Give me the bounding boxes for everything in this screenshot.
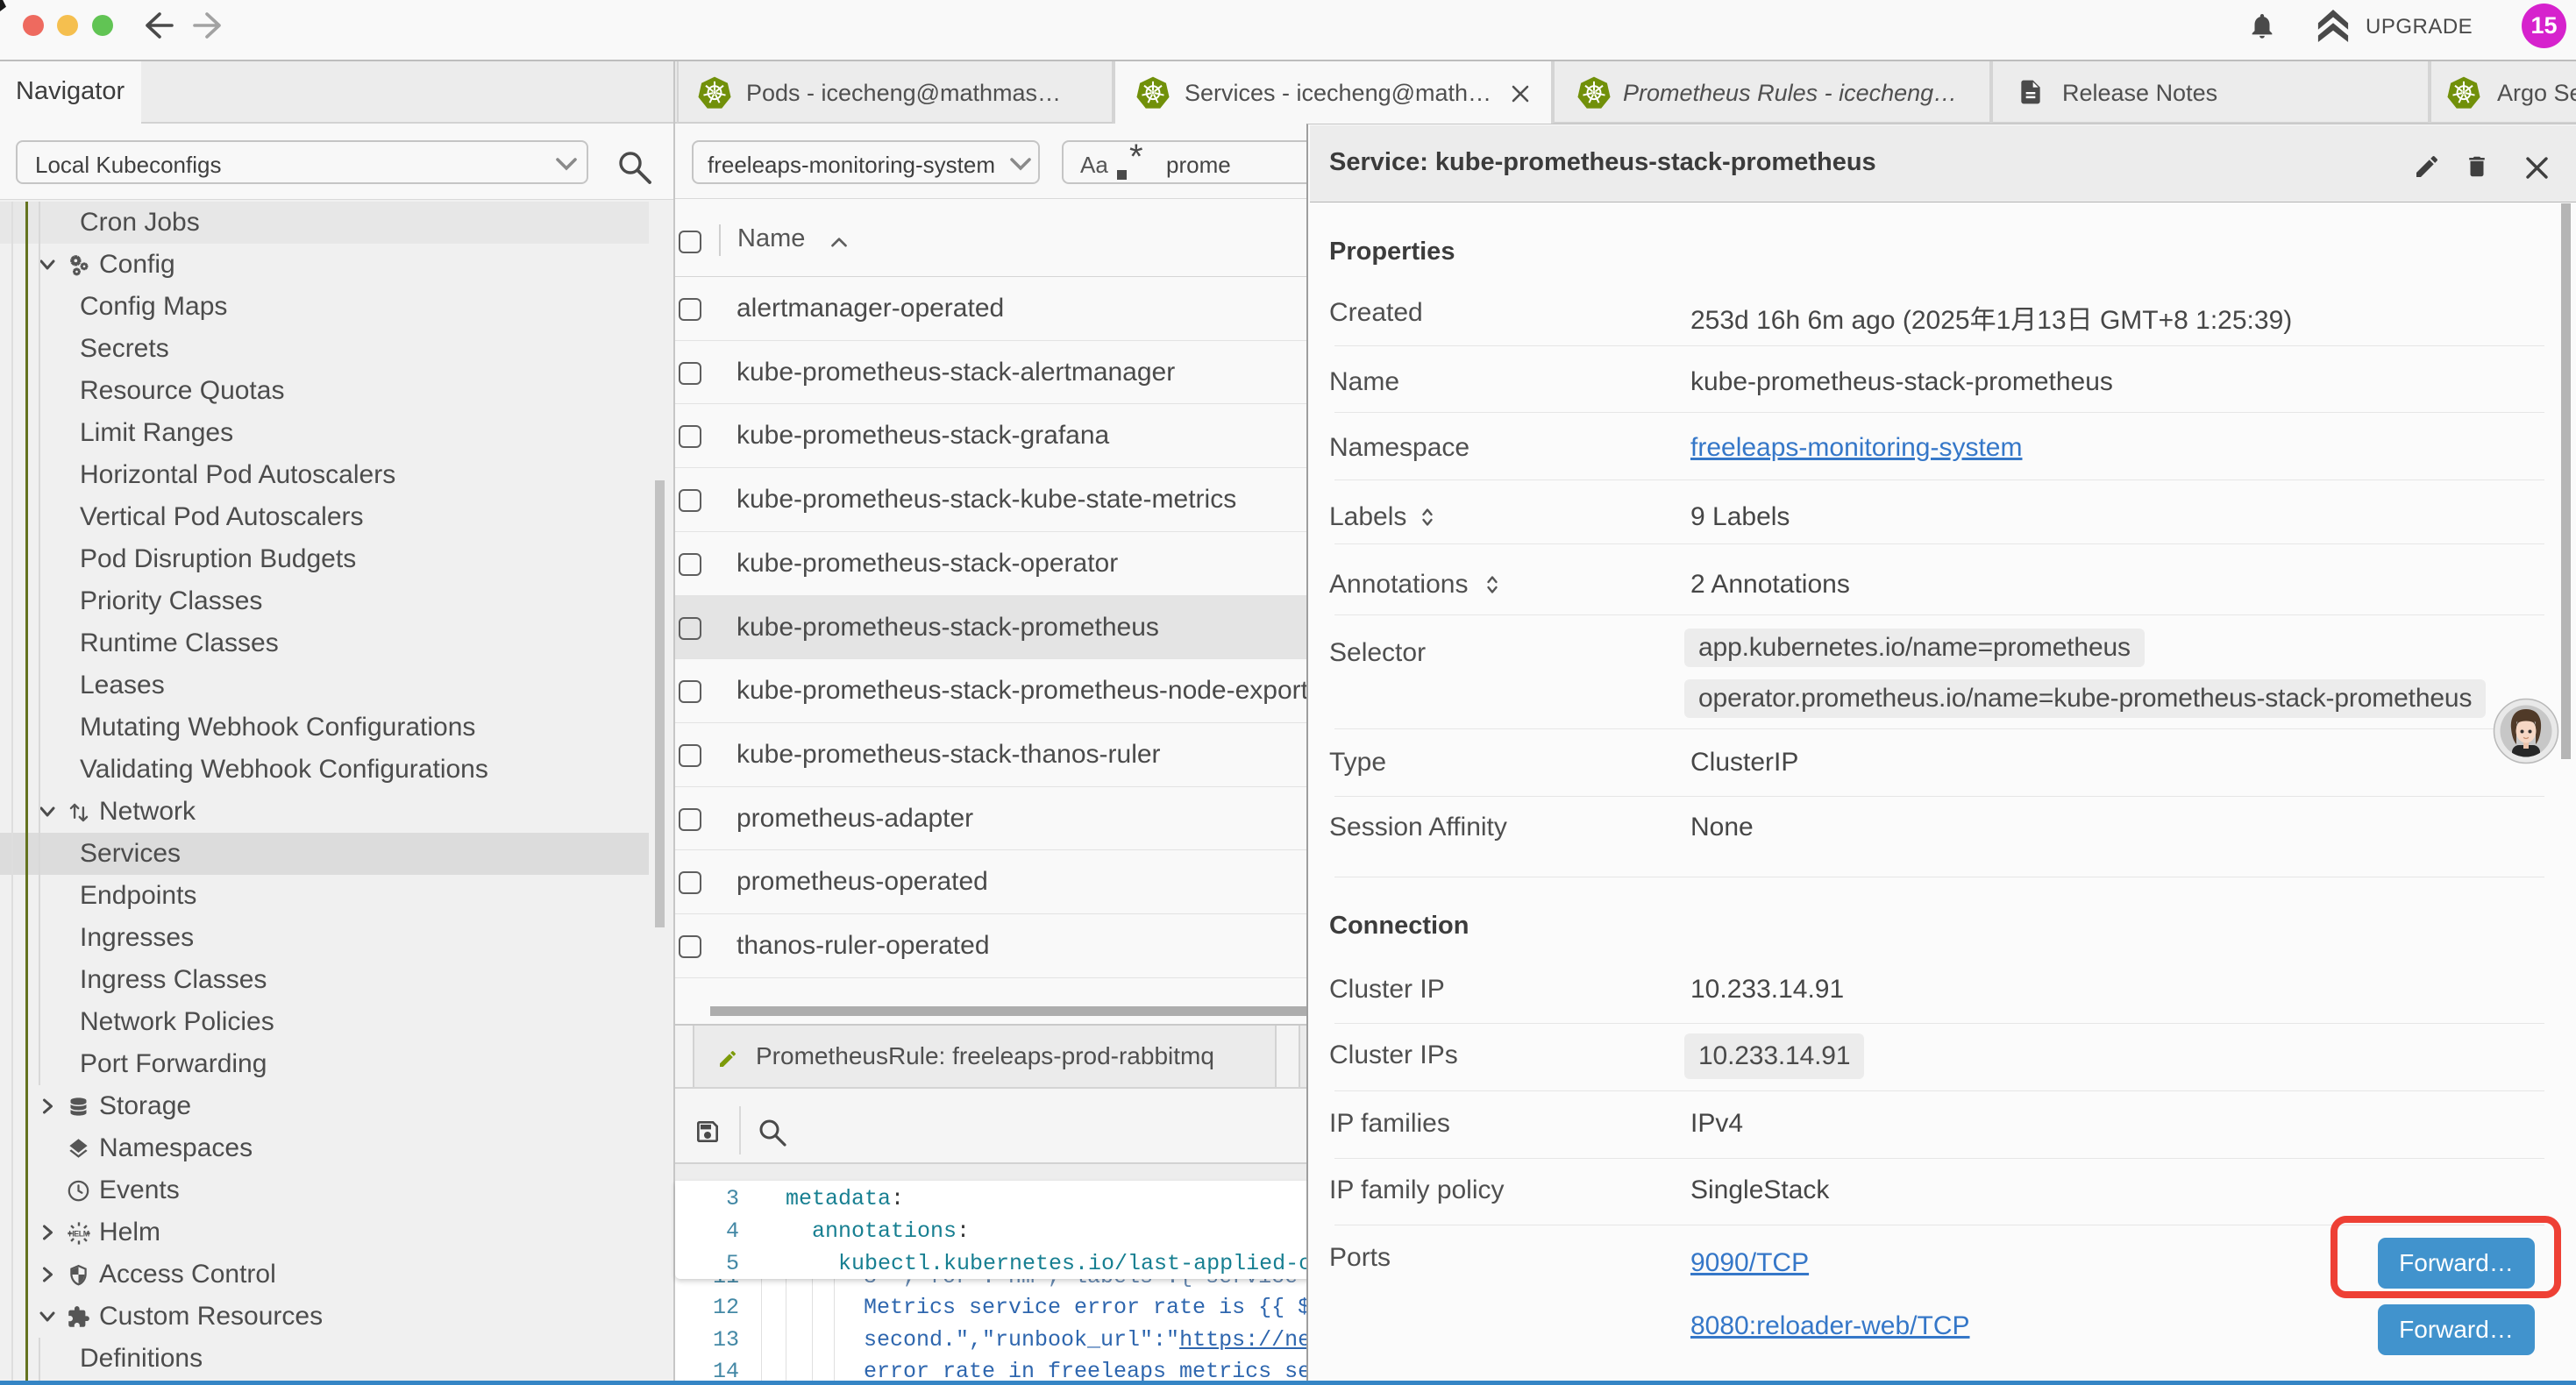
svg-text:HELM: HELM [68, 1229, 89, 1238]
